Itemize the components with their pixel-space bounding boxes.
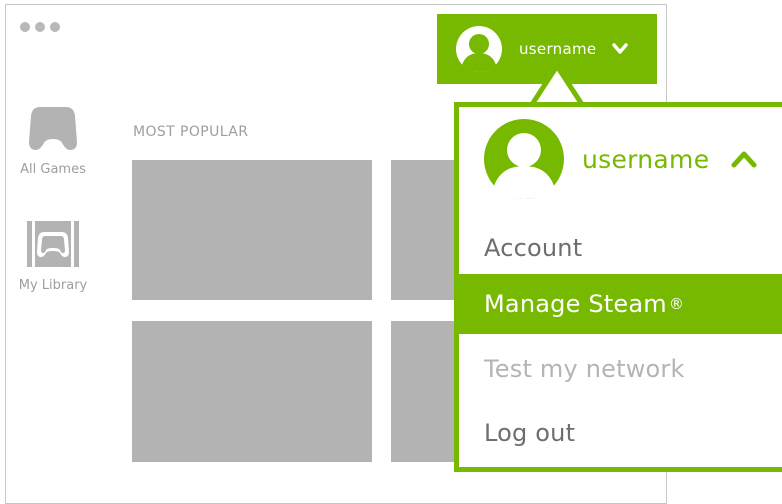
game-tile[interactable] xyxy=(132,321,372,462)
menu-item-label: Account xyxy=(484,234,583,262)
sidebar-item-label: All Games xyxy=(20,162,86,177)
section-title: MOST POPULAR xyxy=(133,124,249,140)
menu-item-manage-steam[interactable]: Manage Steam ® xyxy=(459,274,782,334)
user-dropdown-menu: username Account Manage Steam ® Test my n… xyxy=(454,102,782,472)
window-close-dot[interactable] xyxy=(20,22,30,32)
user-menu-button[interactable]: username xyxy=(437,14,657,84)
user-avatar-icon xyxy=(484,119,564,199)
dropdown-username: username xyxy=(582,144,710,174)
window-controls xyxy=(20,22,60,32)
sidebar-item-all-games[interactable]: All Games xyxy=(7,102,99,177)
game-tile[interactable] xyxy=(132,160,372,300)
gamepad-icon xyxy=(29,107,77,150)
menu-item-log-out[interactable]: Log out xyxy=(459,403,782,463)
menu-item-account[interactable]: Account xyxy=(459,218,782,278)
sidebar-item-label: My Library xyxy=(18,278,88,293)
menu-item-label: Test my network xyxy=(484,355,685,383)
user-avatar-icon xyxy=(456,26,502,72)
menu-item-label: Log out xyxy=(484,419,576,447)
menu-item-test-network: Test my network xyxy=(459,339,782,399)
sidebar-item-my-library[interactable]: My Library xyxy=(7,218,99,293)
chevron-down-icon xyxy=(612,43,629,54)
window-minimize-dot[interactable] xyxy=(35,22,45,32)
chevron-up-icon xyxy=(731,151,757,168)
menu-item-label: Manage Steam xyxy=(484,290,667,318)
dropdown-header[interactable]: username xyxy=(459,107,782,211)
registered-mark: ® xyxy=(668,295,685,313)
header-username: username xyxy=(519,40,597,58)
window-maximize-dot[interactable] xyxy=(50,22,60,32)
library-gamepad-icon xyxy=(27,221,79,267)
